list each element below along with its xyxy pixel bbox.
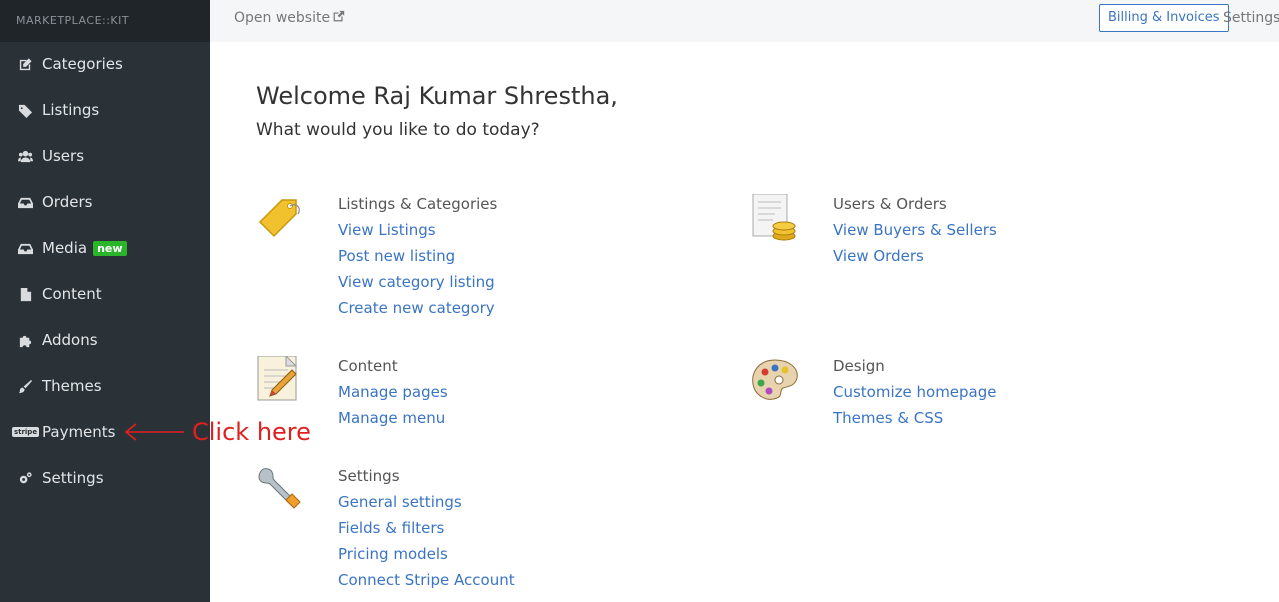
section-title: Listings & Categories bbox=[338, 195, 498, 213]
invoice-coins-icon bbox=[752, 194, 796, 241]
wrench-icon bbox=[258, 468, 301, 509]
stripe-icon: stripe bbox=[11, 424, 40, 441]
sidebar-item-label: Listings bbox=[42, 101, 100, 119]
external-link-icon bbox=[333, 10, 345, 22]
sidebar: MARKETPLACE::KIT Categories Listings Use… bbox=[0, 0, 210, 602]
sidebar-item-settings[interactable]: Settings bbox=[0, 455, 210, 501]
pricing-models-link[interactable]: Pricing models bbox=[338, 544, 598, 570]
sidebar-item-label: Categories bbox=[42, 55, 123, 73]
sidebar-item-label: Payments bbox=[42, 423, 116, 441]
click-here-annotation: Click here bbox=[122, 418, 311, 446]
sidebar-item-label: Settings bbox=[42, 469, 104, 487]
sidebar-item-label: Users bbox=[42, 147, 85, 165]
sidebar-item-label: Content bbox=[42, 285, 102, 303]
brush-icon bbox=[17, 378, 34, 395]
themes-css-link[interactable]: Themes & CSS bbox=[833, 408, 1093, 434]
file-icon bbox=[17, 286, 34, 303]
sidebar-item-label: Media bbox=[42, 239, 88, 257]
notepad-pencil-icon bbox=[257, 356, 298, 401]
post-new-listing-link[interactable]: Post new listing bbox=[338, 246, 598, 272]
billing-invoices-button[interactable]: Billing & Invoices bbox=[1099, 4, 1229, 32]
sidebar-item-label: Addons bbox=[42, 331, 98, 349]
tags-icon bbox=[17, 102, 34, 119]
sidebar-item-label: Themes bbox=[42, 377, 102, 395]
left-arrow-icon bbox=[124, 423, 184, 441]
sidebar-item-addons[interactable]: Addons bbox=[0, 317, 210, 363]
manage-menu-link[interactable]: Manage menu bbox=[338, 408, 598, 434]
stripe-logo-text: stripe bbox=[11, 427, 40, 437]
sidebar-item-themes[interactable]: Themes bbox=[0, 363, 210, 409]
sidebar-item-orders[interactable]: Orders bbox=[0, 179, 210, 225]
connect-stripe-account-link[interactable]: Connect Stripe Account bbox=[338, 570, 598, 596]
sidebar-item-media[interactable]: Media new bbox=[0, 225, 210, 271]
view-buyers-sellers-link[interactable]: View Buyers & Sellers bbox=[833, 220, 1093, 246]
view-listings-link[interactable]: View Listings bbox=[338, 220, 598, 246]
section-title: Design bbox=[833, 357, 885, 375]
users-icon bbox=[17, 148, 34, 165]
puzzle-icon bbox=[17, 332, 34, 349]
section-title: Users & Orders bbox=[833, 195, 947, 213]
palette-icon bbox=[752, 359, 798, 400]
sidebar-item-users[interactable]: Users bbox=[0, 133, 210, 179]
settings-link[interactable]: Settings bbox=[1223, 10, 1279, 26]
new-badge: new bbox=[93, 240, 127, 256]
inbox-icon bbox=[17, 240, 34, 257]
fields-filters-link[interactable]: Fields & filters bbox=[338, 518, 598, 544]
edit-icon bbox=[17, 56, 34, 73]
click-here-text: Click here bbox=[192, 418, 311, 446]
page-title: Welcome Raj Kumar Shrestha, bbox=[256, 82, 618, 110]
sidebar-item-label: Orders bbox=[42, 193, 93, 211]
top-bar: Open website Billing & Invoices Settings bbox=[210, 0, 1279, 42]
manage-pages-link[interactable]: Manage pages bbox=[338, 382, 598, 408]
page-subtitle: What would you like to do today? bbox=[256, 120, 540, 140]
open-website-link[interactable]: Open website bbox=[234, 10, 345, 26]
customize-homepage-link[interactable]: Customize homepage bbox=[833, 382, 1093, 408]
brand-logo[interactable]: MARKETPLACE::KIT bbox=[0, 0, 210, 42]
section-title: Settings bbox=[338, 467, 400, 485]
price-tag-icon bbox=[258, 199, 300, 238]
inbox-icon bbox=[17, 194, 34, 211]
create-new-category-link[interactable]: Create new category bbox=[338, 298, 598, 324]
view-orders-link[interactable]: View Orders bbox=[833, 246, 1093, 272]
sidebar-item-content[interactable]: Content bbox=[0, 271, 210, 317]
sidebar-item-categories[interactable]: Categories bbox=[0, 41, 210, 87]
sidebar-item-listings[interactable]: Listings bbox=[0, 87, 210, 133]
section-title: Content bbox=[338, 357, 398, 375]
view-category-listing-link[interactable]: View category listing bbox=[338, 272, 598, 298]
open-website-label: Open website bbox=[234, 10, 331, 26]
general-settings-link[interactable]: General settings bbox=[338, 492, 598, 518]
gears-icon bbox=[17, 470, 34, 487]
